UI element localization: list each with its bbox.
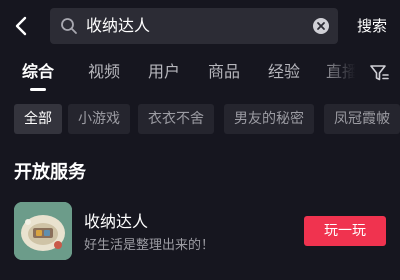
active-tab-indicator xyxy=(30,88,46,91)
service-list-item[interactable]: 收纳达人 好生活是整理出来的！ 玩一玩 xyxy=(0,196,400,266)
chip-all[interactable]: 全部 xyxy=(14,104,62,134)
category-tabs: 综合 视频 用户 商品 经验 直播 xyxy=(0,56,400,92)
search-input[interactable]: 收纳达人 xyxy=(86,8,150,44)
tab-users[interactable]: 用户 xyxy=(148,56,180,88)
search-icon xyxy=(60,17,78,35)
top-bar: 收纳达人 搜索 xyxy=(0,0,400,52)
chip-phoenix-crown[interactable]: 凤冠霞帔 xyxy=(324,104,400,134)
tabs-fade-overlay xyxy=(318,56,362,92)
search-box[interactable]: 收纳达人 xyxy=(50,8,338,44)
tab-comprehensive[interactable]: 综合 xyxy=(22,56,54,88)
storage-game-icon[interactable] xyxy=(14,202,72,260)
filter-chips: 全部 小游戏 衣衣不舍 男友的秘密 凤冠霞帔 xyxy=(0,104,400,136)
section-title: 开放服务 xyxy=(14,162,86,183)
chip-mini-games[interactable]: 小游戏 xyxy=(68,104,130,134)
filter-icon[interactable] xyxy=(368,62,390,84)
play-button[interactable]: 玩一玩 xyxy=(304,216,386,246)
service-description: 好生活是整理出来的！ xyxy=(84,238,215,253)
clear-icon[interactable] xyxy=(312,17,330,35)
chip-boyfriend-secret[interactable]: 男友的秘密 xyxy=(224,104,314,134)
tab-products[interactable]: 商品 xyxy=(208,56,240,88)
chip-clothes[interactable]: 衣衣不舍 xyxy=(138,104,214,134)
back-icon[interactable] xyxy=(10,14,34,38)
tab-experience[interactable]: 经验 xyxy=(268,56,300,88)
service-name: 收纳达人 xyxy=(84,212,149,231)
search-button[interactable]: 搜索 xyxy=(350,0,394,52)
tab-video[interactable]: 视频 xyxy=(88,56,120,88)
